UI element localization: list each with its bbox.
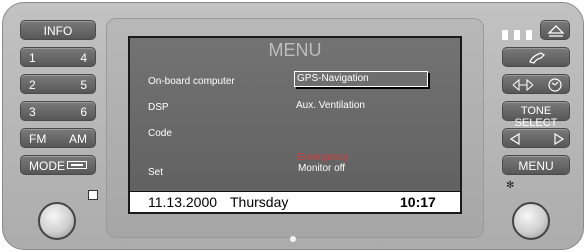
preset-2-label: 2 [29, 78, 36, 92]
fan-icon: ✻ [506, 180, 515, 191]
display-screen: MENU On-board computer DSP Code Set GPS-… [128, 36, 462, 214]
power-indicator [88, 190, 98, 200]
tone-select-button[interactable]: TONE SELECT [502, 101, 570, 129]
volume-knob[interactable] [38, 202, 76, 240]
fm-label: FM [29, 132, 47, 146]
preset-3-6-button[interactable]: 3 6 [20, 101, 96, 121]
info-label: INFO [43, 24, 73, 38]
menu-item-monitor-off[interactable]: Monitor off [298, 163, 345, 174]
seek-arrows-icon [509, 132, 565, 146]
status-time: 10:17 [400, 194, 436, 210]
menu-item-gps-navigation[interactable]: GPS-Navigation [294, 71, 428, 87]
menu-item-code[interactable]: Code [148, 128, 172, 139]
screen-title: MENU [268, 40, 322, 60]
preset-1-label: 1 [29, 51, 36, 65]
mode-label: MODE [29, 159, 65, 173]
seek-button[interactable] [502, 128, 570, 148]
preset-5-label: 5 [80, 78, 87, 92]
gps-navigation-label: GPS-Navigation [297, 73, 369, 84]
tone-select-label: TONE SELECT [514, 105, 558, 129]
menu-item-onboard-computer[interactable]: On-board computer [148, 76, 235, 87]
menu-button[interactable]: MENU [502, 155, 570, 175]
menu-label: MENU [518, 159, 554, 173]
signal-indicator [502, 30, 536, 40]
status-day: Thursday [230, 194, 289, 210]
preset-2-5-button[interactable]: 2 5 [20, 74, 96, 94]
navigation-clock-button[interactable] [502, 74, 570, 94]
phone-button[interactable] [502, 47, 570, 67]
eject-icon [547, 25, 565, 37]
status-bar: 11.13.2000 Thursday 10:17 [130, 191, 460, 212]
cassette-icon [67, 161, 87, 169]
mode-button[interactable]: MODE [20, 155, 96, 175]
fm-am-button[interactable]: FM AM [20, 128, 96, 148]
preset-6-label: 6 [80, 105, 87, 119]
preset-3-label: 3 [29, 105, 36, 119]
select-knob[interactable] [512, 202, 550, 240]
center-indicator [290, 236, 296, 242]
menu-item-emergency[interactable]: Emergency [298, 152, 349, 163]
menu-item-dsp[interactable]: DSP [148, 102, 169, 113]
info-button[interactable]: INFO [20, 20, 96, 40]
am-label: AM [69, 132, 87, 146]
menu-item-aux-ventilation[interactable]: Aux. Ventilation [296, 100, 365, 111]
preset-1-4-button[interactable]: 1 4 [20, 47, 96, 67]
phone-icon [529, 52, 545, 64]
arrows-clock-icon [512, 78, 562, 92]
eject-button[interactable] [540, 20, 570, 40]
menu-item-set[interactable]: Set [148, 167, 163, 178]
preset-4-label: 4 [80, 51, 87, 65]
status-date: 11.13.2000 [148, 194, 218, 210]
